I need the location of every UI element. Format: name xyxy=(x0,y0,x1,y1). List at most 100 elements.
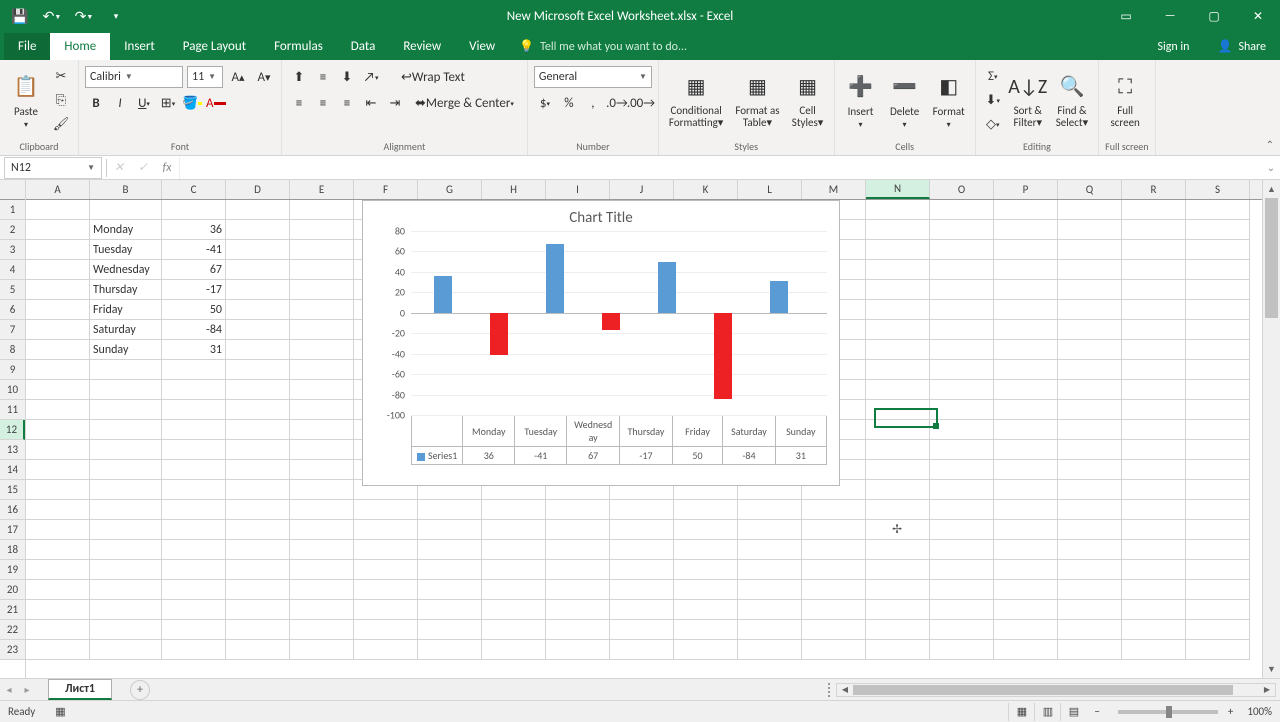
page-layout-view-button[interactable]: ▥ xyxy=(1034,703,1060,721)
increase-indent-button[interactable]: ⇥ xyxy=(384,92,406,114)
quick-access-toolbar: 💾 ↶▼ ↷▼ ▾ xyxy=(0,2,136,30)
save-button[interactable]: 💾 xyxy=(6,2,34,30)
tell-me-search[interactable]: 💡Tell me what you want to do... xyxy=(509,33,697,60)
number-format-select[interactable]: General▼ xyxy=(534,66,652,88)
orientation-button[interactable]: ↗▾ xyxy=(360,66,382,88)
cut-button[interactable]: ✂ xyxy=(50,65,72,87)
format-as-table-button[interactable]: ▦Format asTable▾ xyxy=(731,69,783,131)
sheet-nav-prev[interactable]: ▸ xyxy=(18,680,36,700)
font-name-select[interactable]: Calibri▼ xyxy=(85,66,183,88)
undo-button[interactable]: ↶▼ xyxy=(38,2,66,30)
tab-home[interactable]: Home xyxy=(50,33,110,60)
scroll-down-button[interactable]: ▼ xyxy=(1263,660,1280,678)
sort-filter-button[interactable]: A↓ZSort &Filter▾ xyxy=(1008,69,1048,131)
autosum-button[interactable]: Σ▾ xyxy=(982,65,1004,87)
decrease-indent-button[interactable]: ⇤ xyxy=(360,92,382,114)
scroll-left-button[interactable]: ◀ xyxy=(837,684,853,696)
normal-view-button[interactable]: ▦ xyxy=(1008,703,1034,721)
delete-icon: ➖ xyxy=(889,71,921,103)
hscroll-thumb[interactable] xyxy=(853,685,1233,695)
tab-review[interactable]: Review xyxy=(389,33,455,60)
add-sheet-button[interactable]: + xyxy=(130,680,150,700)
enter-icon[interactable]: ✓ xyxy=(131,157,155,179)
macro-icon[interactable]: ▦ xyxy=(55,705,65,718)
format-cells-button[interactable]: ◧Format▾ xyxy=(929,69,969,132)
grow-font-button[interactable]: A▴ xyxy=(227,66,249,88)
zoom-in-button[interactable]: + xyxy=(1228,705,1233,718)
find-select-button[interactable]: 🔍Find &Select▾ xyxy=(1052,69,1092,131)
horizontal-scrollbar[interactable]: ◀ ▶ xyxy=(836,683,1276,697)
copy-button[interactable]: ⎘ xyxy=(50,89,72,111)
font-size-select[interactable]: 11▼ xyxy=(187,66,223,88)
column-headers[interactable]: ABCDEFGHIJKLMNOPQRS xyxy=(26,180,1262,200)
tab-view[interactable]: View xyxy=(455,33,509,60)
decrease-decimal-button[interactable]: .00→ xyxy=(630,92,652,114)
minimize-button[interactable]: — xyxy=(1148,0,1192,32)
tab-formulas[interactable]: Formulas xyxy=(260,33,337,60)
align-bottom-button[interactable]: ⬇ xyxy=(336,66,358,88)
borders-button[interactable]: ⊞▾ xyxy=(157,92,179,114)
comma-button[interactable]: , xyxy=(582,92,604,114)
fullscreen-button[interactable]: ⛶Fullscreen xyxy=(1105,69,1145,131)
chart-plot-area[interactable]: 806040200-20-40-60-80-100 xyxy=(411,231,827,415)
currency-button[interactable]: $▾ xyxy=(534,92,556,114)
redo-button[interactable]: ↷▼ xyxy=(70,2,98,30)
tab-insert[interactable]: Insert xyxy=(110,33,169,60)
zoom-level[interactable]: 100% xyxy=(1247,705,1272,718)
scroll-up-button[interactable]: ▲ xyxy=(1263,180,1280,198)
increase-decimal-button[interactable]: .0→ xyxy=(606,92,628,114)
bold-button[interactable]: B xyxy=(85,92,107,114)
formula-input[interactable] xyxy=(179,157,1262,179)
align-top-button[interactable]: ⬆ xyxy=(288,66,310,88)
embedded-chart[interactable]: Chart Title 806040200-20-40-60-80-100 Mo… xyxy=(362,200,840,486)
fill-color-button[interactable]: 🪣 xyxy=(181,92,203,114)
maximize-button[interactable]: ▢ xyxy=(1192,0,1236,32)
vertical-scrollbar[interactable]: ▲ ▼ xyxy=(1262,180,1280,678)
expand-formula-bar-button[interactable]: ⌄ xyxy=(1262,161,1280,174)
signin-link[interactable]: Sign in xyxy=(1143,34,1203,60)
tab-page-layout[interactable]: Page Layout xyxy=(169,33,260,60)
zoom-out-button[interactable]: − xyxy=(1094,705,1099,718)
chart-title[interactable]: Chart Title xyxy=(363,201,839,231)
wrap-text-button[interactable]: ↩ Wrap Text xyxy=(394,66,472,88)
page-break-view-button[interactable]: ▤ xyxy=(1060,703,1086,721)
sheet-nav-first[interactable]: ◂ xyxy=(0,680,18,700)
delete-cells-button[interactable]: ➖Delete▾ xyxy=(885,69,925,132)
tab-file[interactable]: File xyxy=(4,33,50,60)
fill-button[interactable]: ⬇▾ xyxy=(982,89,1004,111)
clear-button[interactable]: ◇▾ xyxy=(982,113,1004,135)
cell-styles-button[interactable]: ▦CellStyles▾ xyxy=(788,69,828,131)
insert-cells-button[interactable]: ➕Insert▾ xyxy=(841,69,881,132)
scroll-right-button[interactable]: ▶ xyxy=(1259,684,1275,696)
conditional-formatting-button[interactable]: ▦ConditionalFormatting▾ xyxy=(665,69,727,131)
tab-data[interactable]: Data xyxy=(337,33,390,60)
percent-button[interactable]: % xyxy=(558,92,580,114)
zoom-slider[interactable] xyxy=(1118,710,1218,714)
font-color-button[interactable]: A xyxy=(205,92,227,114)
collapse-ribbon-button[interactable]: ⌃ xyxy=(1266,138,1274,151)
ribbon-options-icon[interactable]: ▭ xyxy=(1104,0,1148,32)
italic-button[interactable]: I xyxy=(109,92,131,114)
format-painter-button[interactable]: 🖌 xyxy=(50,113,72,135)
align-right-button[interactable]: ≡ xyxy=(336,92,358,114)
insert-icon: ➕ xyxy=(845,71,877,103)
qat-customize-button[interactable]: ▾ xyxy=(102,2,130,30)
cancel-icon[interactable]: ✕ xyxy=(107,157,131,179)
shrink-font-button[interactable]: A▾ xyxy=(253,66,275,88)
name-box[interactable]: N12▼ xyxy=(4,157,102,179)
merge-center-button[interactable]: ⬌ Merge & Center ▾ xyxy=(408,92,521,114)
formula-bar: N12▼ ✕ ✓ fx ⌄ xyxy=(0,156,1280,180)
share-button[interactable]: 👤Share xyxy=(1203,33,1280,60)
align-middle-button[interactable]: ≡ xyxy=(312,66,334,88)
close-button[interactable]: ✕ xyxy=(1236,0,1280,32)
align-left-button[interactable]: ≡ xyxy=(288,92,310,114)
fx-icon[interactable]: fx xyxy=(155,157,179,179)
paste-button[interactable]: 📋Paste▾ xyxy=(6,69,46,132)
sheet-tab-active[interactable]: Лист1 xyxy=(48,679,112,700)
select-all-corner[interactable] xyxy=(0,180,25,200)
underline-button[interactable]: U▾ xyxy=(133,92,155,114)
group-editing: Σ▾ ⬇▾ ◇▾ A↓ZSort &Filter▾ 🔍Find &Select▾… xyxy=(976,60,1099,155)
scroll-thumb[interactable] xyxy=(1265,198,1278,318)
conditional-format-icon: ▦ xyxy=(680,71,712,103)
align-center-button[interactable]: ≡ xyxy=(312,92,334,114)
